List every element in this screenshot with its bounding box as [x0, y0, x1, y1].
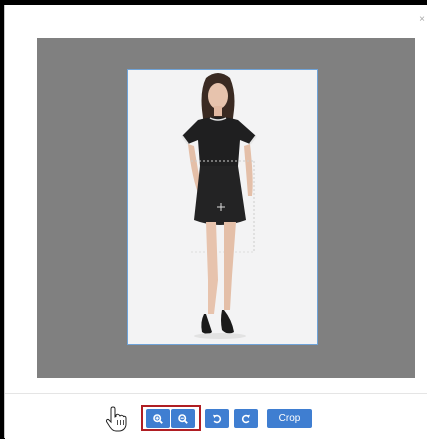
hand-cursor-icon	[105, 406, 127, 432]
crop-dialog: × Crop	[4, 5, 427, 439]
rotate-right-button[interactable]	[234, 409, 258, 428]
close-icon[interactable]: ×	[419, 15, 425, 25]
crop-area[interactable]	[127, 69, 318, 345]
product-photo	[181, 73, 257, 339]
zoom-out-icon	[178, 413, 188, 424]
zoom-in-icon	[153, 413, 163, 424]
toolbar: Crop	[5, 393, 427, 439]
crop-button[interactable]: Crop	[267, 409, 312, 428]
zoom-in-button[interactable]	[146, 409, 170, 428]
rotate-right-icon	[241, 414, 250, 423]
zoom-out-button[interactable]	[171, 409, 195, 428]
rotate-left-button[interactable]	[205, 409, 229, 428]
image-canvas	[37, 38, 415, 378]
rotate-left-icon	[213, 414, 222, 423]
